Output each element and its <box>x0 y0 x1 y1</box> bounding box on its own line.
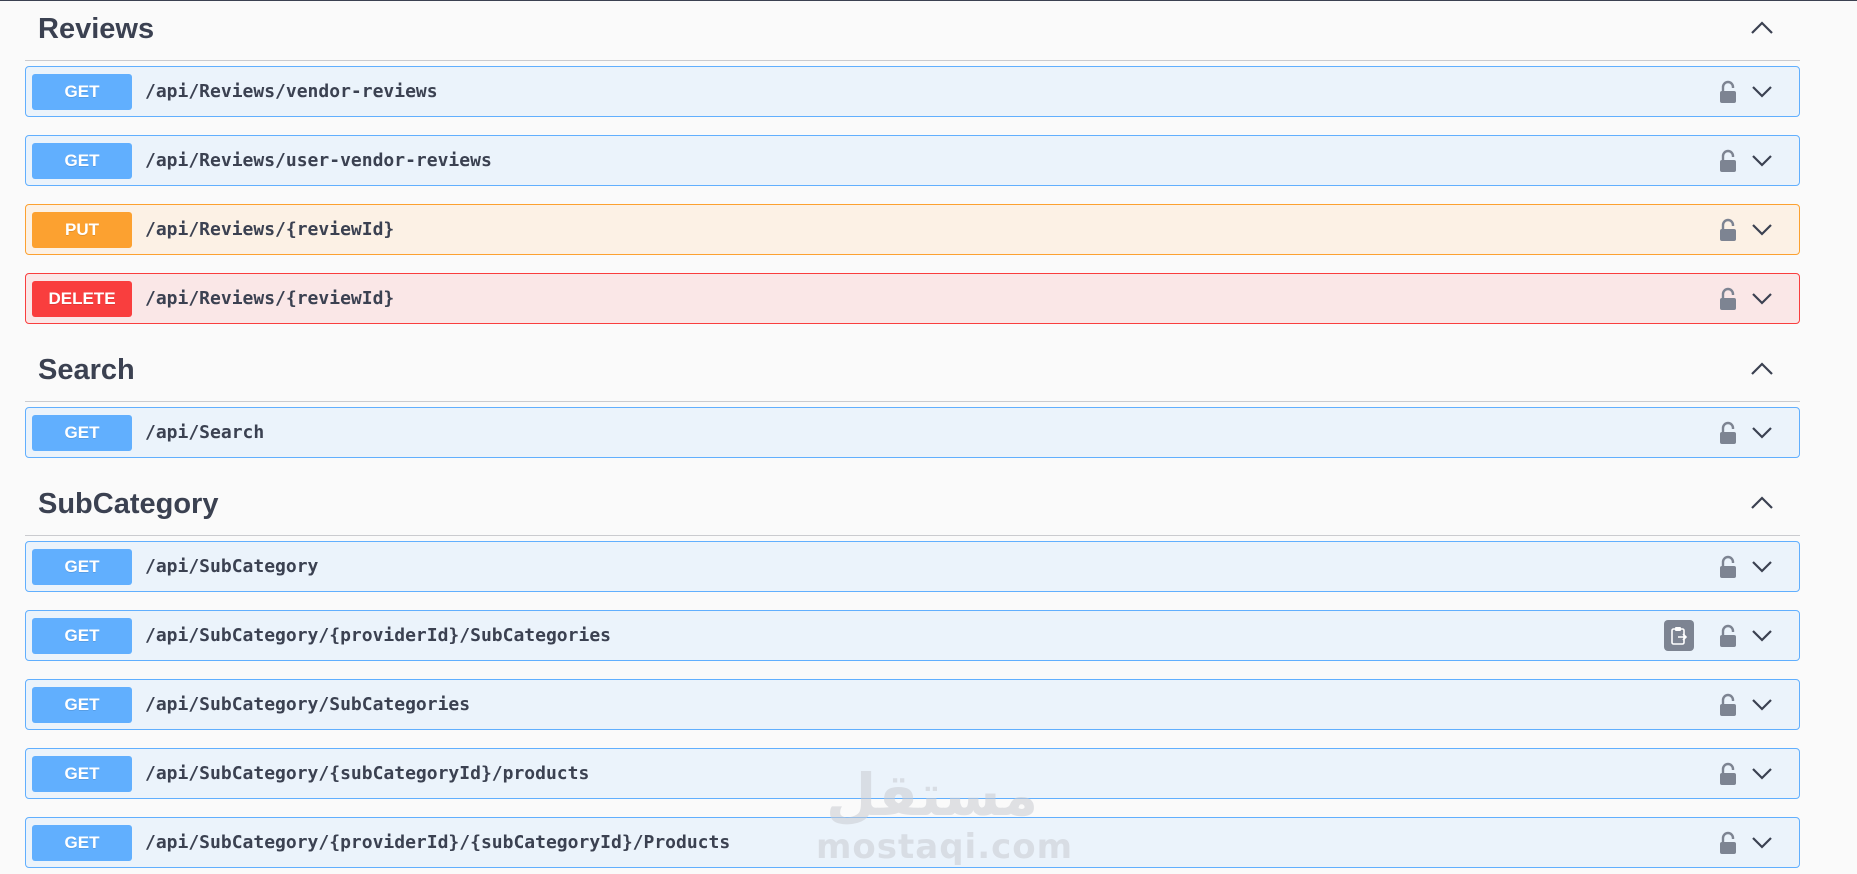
expand-operation-button[interactable] <box>1749 830 1775 856</box>
operation-controls <box>1719 274 1775 323</box>
expand-operation-button[interactable] <box>1749 420 1775 446</box>
operation-path[interactable]: /api/Reviews/vendor-reviews <box>145 81 438 102</box>
chevron-down-icon <box>1752 85 1772 98</box>
expand-operation-button[interactable] <box>1749 554 1775 580</box>
expand-operation-button[interactable] <box>1749 286 1775 312</box>
method-badge: GET <box>32 755 132 792</box>
operation-path[interactable]: /api/SubCategory <box>145 556 318 577</box>
chevron-down-icon <box>1752 292 1772 305</box>
operation-path[interactable]: /api/SubCategory/{providerId}/SubCategor… <box>145 625 611 646</box>
expand-operation-button[interactable] <box>1749 692 1775 718</box>
chevron-down-icon <box>1752 629 1772 642</box>
unlocked-padlock-icon <box>1720 762 1736 785</box>
authorize-button[interactable] <box>1719 79 1737 105</box>
chevron-down-icon <box>1752 223 1772 236</box>
operation-controls <box>1719 611 1775 660</box>
method-badge: GET <box>32 414 132 451</box>
method-badge: GET <box>32 142 132 179</box>
operation-controls <box>1719 542 1775 591</box>
section-subcategory: SubCategory GET /api/SubCategory GET /ap… <box>25 476 1800 868</box>
operation-controls <box>1719 749 1775 798</box>
method-badge: GET <box>32 617 132 654</box>
operation-row[interactable]: GET /api/Reviews/vendor-reviews <box>25 66 1800 117</box>
operation-path[interactable]: /api/Reviews/user-vendor-reviews <box>145 150 492 171</box>
expand-operation-button[interactable] <box>1749 623 1775 649</box>
unlocked-padlock-icon <box>1720 287 1736 310</box>
unlocked-padlock-icon <box>1720 80 1736 103</box>
method-badge: GET <box>32 686 132 723</box>
operation-path[interactable]: /api/Reviews/{reviewId} <box>145 219 394 240</box>
operation-row[interactable]: GET /api/Reviews/user-vendor-reviews <box>25 135 1800 186</box>
method-badge: GET <box>32 824 132 861</box>
chevron-down-icon <box>1752 154 1772 167</box>
authorize-button[interactable] <box>1719 554 1737 580</box>
expand-operation-button[interactable] <box>1749 79 1775 105</box>
authorize-button[interactable] <box>1719 761 1737 787</box>
operation-row[interactable]: GET /api/SubCategory <box>25 541 1800 592</box>
operation-row[interactable]: GET /api/SubCategory/{providerId}/{subCa… <box>25 817 1800 868</box>
authorize-button[interactable] <box>1719 148 1737 174</box>
operation-row[interactable]: PUT /api/Reviews/{reviewId} <box>25 204 1800 255</box>
unlocked-padlock-icon <box>1720 624 1736 647</box>
chevron-up-icon <box>1751 21 1773 34</box>
chevron-down-icon <box>1752 560 1772 573</box>
copy-path-button[interactable] <box>1664 620 1694 651</box>
section-header-search[interactable]: Search <box>25 342 1800 402</box>
collapse-section-button[interactable] <box>1744 488 1780 518</box>
operation-row[interactable]: GET /api/SubCategory/{subCategoryId}/pro… <box>25 748 1800 799</box>
operation-path[interactable]: /api/SubCategory/SubCategories <box>145 694 470 715</box>
copy-to-clipboard-icon <box>1671 626 1688 645</box>
operation-row[interactable]: DELETE /api/Reviews/{reviewId} <box>25 273 1800 324</box>
authorize-button[interactable] <box>1719 830 1737 856</box>
unlocked-padlock-icon <box>1720 421 1736 444</box>
authorize-button[interactable] <box>1719 420 1737 446</box>
section-header-reviews[interactable]: Reviews <box>25 1 1800 61</box>
swagger-page: Reviews GET /api/Reviews/vendor-reviews … <box>0 0 1857 874</box>
chevron-down-icon <box>1752 426 1772 439</box>
operation-path[interactable]: /api/Reviews/{reviewId} <box>145 288 394 309</box>
operation-controls <box>1719 67 1775 116</box>
chevron-down-icon <box>1752 698 1772 711</box>
section-header-subcategory[interactable]: SubCategory <box>25 476 1800 536</box>
expand-operation-button[interactable] <box>1749 761 1775 787</box>
unlocked-padlock-icon <box>1720 693 1736 716</box>
method-badge: PUT <box>32 211 132 248</box>
operation-row[interactable]: GET /api/Search <box>25 407 1800 458</box>
chevron-down-icon <box>1752 767 1772 780</box>
operation-path[interactable]: /api/SubCategory/{providerId}/{subCatego… <box>145 832 730 853</box>
expand-operation-button[interactable] <box>1749 217 1775 243</box>
collapse-section-button[interactable] <box>1744 13 1780 43</box>
chevron-up-icon <box>1751 496 1773 509</box>
operation-path[interactable]: /api/Search <box>145 422 264 443</box>
section-reviews: Reviews GET /api/Reviews/vendor-reviews … <box>25 1 1800 324</box>
unlocked-padlock-icon <box>1720 218 1736 241</box>
authorize-button[interactable] <box>1719 692 1737 718</box>
authorize-button[interactable] <box>1719 286 1737 312</box>
method-badge: GET <box>32 73 132 110</box>
section-title[interactable]: Search <box>38 354 135 387</box>
operation-path[interactable]: /api/SubCategory/{subCategoryId}/product… <box>145 763 589 784</box>
method-badge: GET <box>32 548 132 585</box>
operation-row[interactable]: GET /api/SubCategory/{providerId}/SubCat… <box>25 610 1800 661</box>
authorize-button[interactable] <box>1719 623 1737 649</box>
collapse-section-button[interactable] <box>1744 354 1780 384</box>
unlocked-padlock-icon <box>1720 831 1736 854</box>
authorize-button[interactable] <box>1719 217 1737 243</box>
operation-row[interactable]: GET /api/SubCategory/SubCategories <box>25 679 1800 730</box>
chevron-up-icon <box>1751 362 1773 375</box>
operation-controls <box>1719 818 1775 867</box>
unlocked-padlock-icon <box>1720 149 1736 172</box>
section-search: Search GET /api/Search <box>25 342 1800 458</box>
operation-controls <box>1719 408 1775 457</box>
operations-container: Reviews GET /api/Reviews/vendor-reviews … <box>25 1 1800 874</box>
unlocked-padlock-icon <box>1720 555 1736 578</box>
operation-controls <box>1719 136 1775 185</box>
operation-controls <box>1719 205 1775 254</box>
section-title[interactable]: Reviews <box>38 13 154 46</box>
operation-controls <box>1719 680 1775 729</box>
chevron-down-icon <box>1752 836 1772 849</box>
method-badge: DELETE <box>32 280 132 317</box>
section-title[interactable]: SubCategory <box>38 488 218 521</box>
expand-operation-button[interactable] <box>1749 148 1775 174</box>
